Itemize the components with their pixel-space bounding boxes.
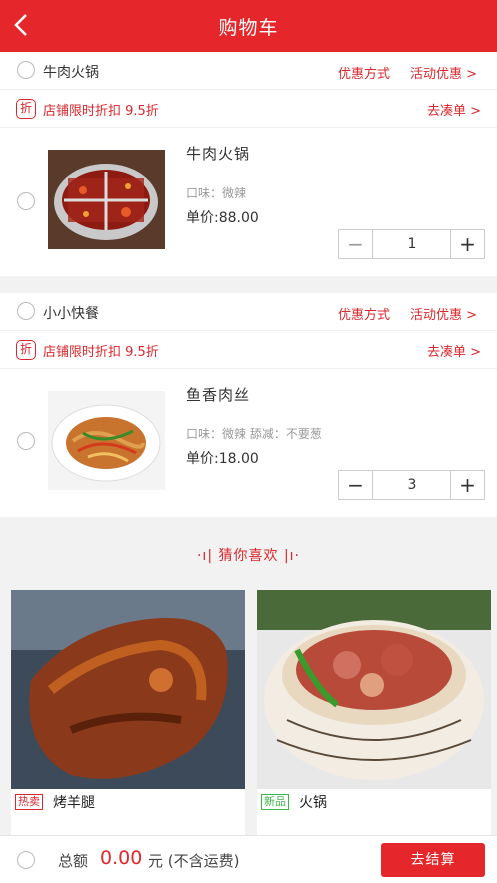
item-image-hotpot[interactable] (48, 150, 165, 249)
select-all-radio[interactable] (17, 851, 35, 869)
discount-text: 店铺限时折扣 9.5折 (43, 345, 159, 360)
shop-name: 牛肉火锅 (43, 65, 99, 81)
increase-button[interactable]: + (450, 471, 484, 499)
new-tag: 新品 (261, 794, 289, 810)
item-flavor: 口味：微辣 舔减：不要葱 (186, 427, 322, 441)
shop-card: 牛肉火锅 优惠方式 活动优惠 > 折 店铺限时折扣 9.5折 去凑单 > 牛肉火… (0, 52, 497, 276)
roast-lamb-image (11, 590, 245, 789)
quantity-input[interactable]: 3 (373, 471, 451, 499)
hot-tag: 热卖 (15, 794, 43, 810)
quantity-stepper: − 3 + (338, 470, 485, 500)
item-flavor: 口味：微辣 (186, 186, 247, 200)
recommend-name: 火锅 (299, 795, 327, 811)
item-image-shredded-pork[interactable] (48, 391, 165, 490)
checkout-button[interactable]: 去结算 (381, 843, 485, 877)
discount-row: 折 店铺限时折扣 9.5折 去凑单 > (0, 90, 497, 128)
total-amount: 0.00 (100, 847, 143, 869)
page-title: 购物车 (218, 17, 279, 39)
add-more-link[interactable]: 去凑单 > (427, 100, 481, 119)
discount-text: 店铺限时折扣 9.5折 (43, 104, 159, 119)
hotpot-image (257, 590, 491, 789)
title-deco-left-icon: ·ı| (196, 548, 219, 564)
recommend-name: 烤羊腿 (53, 795, 95, 811)
title-deco-right-icon: |ı· (278, 548, 301, 564)
total-label: 总额 (58, 852, 89, 870)
discount-icon: 折 (16, 99, 36, 119)
shop-name: 小小快餐 (43, 306, 99, 322)
item-name: 牛肉火锅 (186, 145, 251, 163)
decrease-button[interactable]: − (339, 471, 373, 499)
coupon-link[interactable]: 优惠方式 (338, 63, 390, 82)
top-nav-bar: 购物车 (0, 0, 497, 52)
item-price: 单价:88.00 (186, 210, 259, 226)
item-price: 单价:18.00 (186, 451, 259, 467)
discount-row: 折 店铺限时折扣 9.5折 去凑单 > (0, 331, 497, 369)
activity-link[interactable]: 活动优惠 > (410, 304, 477, 323)
total-unit: 元 (不含运费) (148, 852, 240, 870)
activity-link[interactable]: 活动优惠 > (410, 63, 477, 82)
item-select-radio[interactable] (17, 432, 35, 450)
checkout-bar: 总额 0.00 元 (不含运费) 去结算 (0, 835, 497, 883)
shop-header: 小小快餐 优惠方式 活动优惠 > (0, 293, 497, 331)
shop-header: 牛肉火锅 优惠方式 活动优惠 > (0, 52, 497, 90)
item-name: 鱼香肉丝 (186, 386, 251, 404)
recommend-card[interactable]: 新品 火锅 (257, 590, 491, 835)
shop-card: 小小快餐 优惠方式 活动优惠 > 折 店铺限时折扣 9.5折 去凑单 > 鱼香肉… (0, 293, 497, 517)
coupon-link[interactable]: 优惠方式 (338, 304, 390, 323)
discount-icon: 折 (16, 340, 36, 360)
item-select-radio[interactable] (17, 192, 35, 210)
guess-section-title: ·ı| 猜你喜欢 |ı· (196, 548, 301, 564)
decrease-button[interactable]: − (339, 230, 373, 258)
shop-select-radio[interactable] (17, 61, 35, 79)
shop-select-radio[interactable] (17, 302, 35, 320)
quantity-stepper: − 1 + (338, 229, 485, 259)
add-more-link[interactable]: 去凑单 > (427, 341, 481, 360)
recommend-card[interactable]: 热卖 烤羊腿 (11, 590, 245, 835)
increase-button[interactable]: + (450, 230, 484, 258)
quantity-input[interactable]: 1 (373, 230, 451, 258)
